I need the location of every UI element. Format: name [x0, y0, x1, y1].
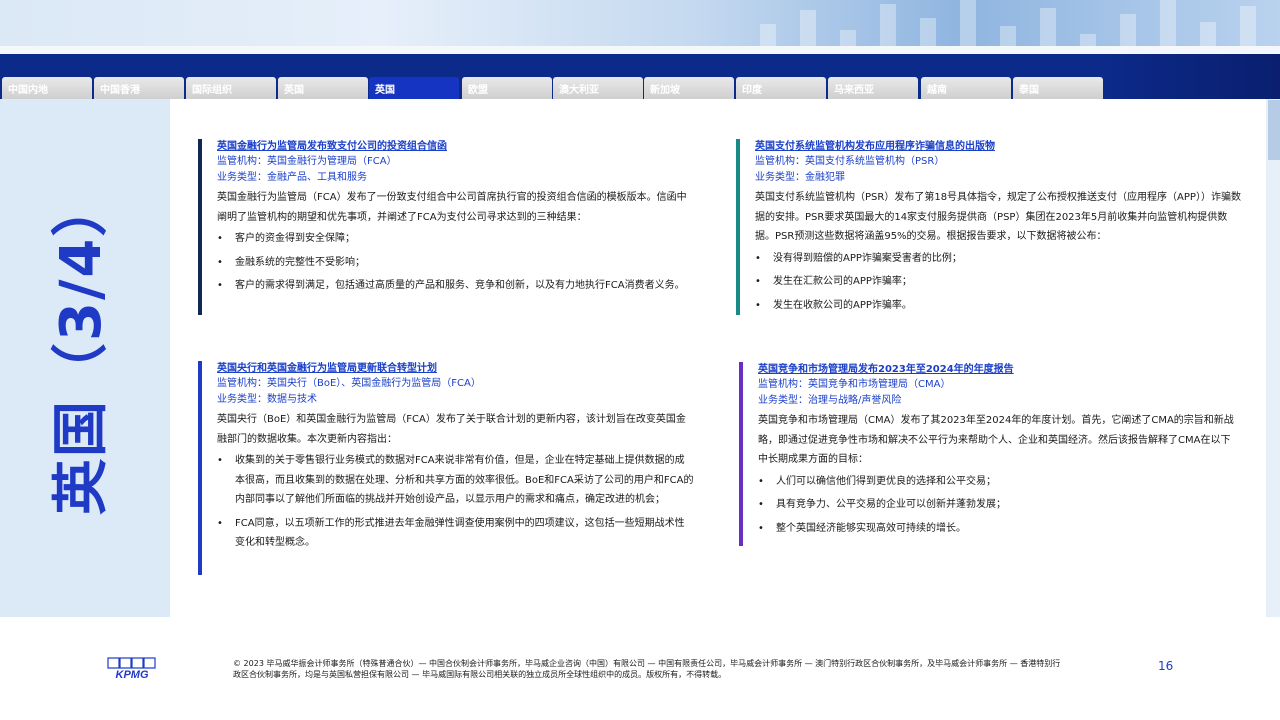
list-item: 整个英国经济能够实现高效可持续的增长。	[758, 519, 1235, 539]
card-body: 英国支付系统监管机构（PSR）发布了第18号具体指令，规定了公布授权推送支付（应…	[755, 192, 1241, 242]
card-title[interactable]: 英国竞争和市场管理局发布2023年至2024年的年度报告	[758, 362, 1235, 377]
card-bullet-list: 收集到的关于零售银行业务模式的数据对FCA来说非常有价值，但是，企业在特定基础上…	[217, 451, 694, 553]
card-regulator: 监管机构：英国竞争和市场管理局（CMA）	[758, 379, 951, 390]
header-banner	[0, 0, 1280, 54]
list-item: 发生在汇款公司的APP诈骗率；	[755, 272, 1246, 292]
card-business-type: 业务类型：金融犯罪	[755, 172, 845, 183]
tab-malaysia[interactable]: 马来西亚	[828, 77, 918, 99]
tab-mainland-china[interactable]: 中国内地	[2, 77, 92, 99]
card-accent-bar	[736, 139, 740, 315]
card-business-type: 业务类型：治理与战略/声誉风险	[758, 395, 902, 406]
card-accent-bar	[198, 139, 202, 315]
card-business-type: 业务类型：数据与技术	[217, 394, 317, 405]
list-item: 客户的需求得到满足，包括通过高质量的产品和服务、竞争和创新，以及有力地执行FCA…	[217, 276, 694, 296]
list-item: 金融系统的完整性不受影响；	[217, 253, 694, 273]
card-title[interactable]: 英国央行和英国金融行为监管局更新联合转型计划	[217, 361, 694, 376]
tab-india[interactable]: 印度	[736, 77, 826, 99]
card-accent-bar	[739, 362, 743, 546]
list-item: 收集到的关于零售银行业务模式的数据对FCA来说非常有价值，但是，企业在特定基础上…	[217, 451, 694, 510]
card-body: 英国央行（BoE）和英国金融行为监管局（FCA）发布了关于联合计划的更新内容，该…	[217, 414, 686, 445]
tab-uk-1[interactable]: 英国	[278, 77, 368, 99]
tab-uk-active[interactable]: 英国	[369, 77, 459, 99]
card-business-type: 业务类型：金融产品、工具和服务	[217, 172, 367, 183]
tab-vietnam[interactable]: 越南	[921, 77, 1011, 99]
list-item: 客户的资金得到安全保障；	[217, 229, 694, 249]
list-item: 没有得到赔偿的APP诈骗案受害者的比例；	[755, 249, 1246, 269]
tab-hong-kong[interactable]: 中国香港	[94, 77, 184, 99]
kpmg-logo: KPMG	[107, 657, 156, 681]
card-body: 英国竞争和市场管理局（CMA）发布了其2023年至2024年的年度计划。首先，它…	[758, 415, 1234, 465]
list-item: 人们可以确信他们得到更优良的选择和公平交易；	[758, 472, 1235, 492]
tab-singapore[interactable]: 新加坡	[644, 77, 734, 99]
card-body: 英国金融行为监管局（FCA）发布了一份致支付组合中公司首席执行官的投资组合信函的…	[217, 192, 687, 223]
news-card-fca-portfolio: 英国金融行为监管局发布致支付公司的投资组合信函 监管机构：英国金融行为管理局（F…	[198, 139, 694, 315]
tab-international[interactable]: 国际组织	[186, 77, 276, 99]
card-title[interactable]: 英国金融行为监管局发布致支付公司的投资组合信函	[217, 139, 694, 154]
region-tabs: 中国内地 中国香港 国际组织 英国 英国 欧盟 澳大利亚 新加坡 印度 马来西亚…	[0, 77, 1110, 99]
list-item: 发生在收款公司的APP诈骗率。	[755, 296, 1246, 316]
tab-thailand[interactable]: 泰国	[1013, 77, 1103, 99]
card-regulator: 监管机构：英国支付系统监管机构（PSR）	[755, 156, 945, 167]
card-title[interactable]: 英国支付系统监管机构发布应用程序诈骗信息的出版物	[755, 139, 1246, 154]
tab-australia[interactable]: 澳大利亚	[553, 77, 643, 99]
card-bullet-list: 没有得到赔偿的APP诈骗案受害者的比例； 发生在汇款公司的APP诈骗率； 发生在…	[755, 249, 1246, 316]
list-item: FCA同意，以五项新工作的形式推进去年金融弹性调查使用案例中的四项建议，这包括一…	[217, 514, 694, 553]
card-regulator: 监管机构：英国金融行为管理局（FCA）	[217, 156, 397, 167]
section-title: 英国（3/4）	[49, 178, 114, 515]
logo-text: KPMG	[116, 669, 149, 681]
news-card-psr-app-fraud: 英国支付系统监管机构发布应用程序诈骗信息的出版物 监管机构：英国支付系统监管机构…	[736, 139, 1246, 315]
page-number: 16	[1158, 659, 1174, 673]
copyright-notice: © 2023 毕马威华振会计师事务所（特殊普通合伙）— 中国合伙制会计师事务所，…	[233, 659, 1061, 679]
card-bullet-list: 人们可以确信他们得到更优良的选择和公平交易； 具有竞争力、公平交易的企业可以创新…	[758, 472, 1235, 539]
tab-eu[interactable]: 欧盟	[462, 77, 552, 99]
list-item: 具有竞争力、公平交易的企业可以创新并蓬勃发展；	[758, 495, 1235, 515]
card-bullet-list: 客户的资金得到安全保障； 金融系统的完整性不受影响； 客户的需求得到满足，包括通…	[217, 229, 694, 296]
news-card-boe-fca-transformation: 英国央行和英国金融行为监管局更新联合转型计划 监管机构：英国央行（BoE）、英国…	[198, 361, 694, 575]
news-card-cma-annual-plan: 英国竞争和市场管理局发布2023年至2024年的年度报告 监管机构：英国竞争和市…	[739, 362, 1235, 546]
card-regulator: 监管机构：英国央行（BoE）、英国金融行为监管局（FCA）	[217, 378, 481, 389]
card-accent-bar	[198, 361, 202, 575]
